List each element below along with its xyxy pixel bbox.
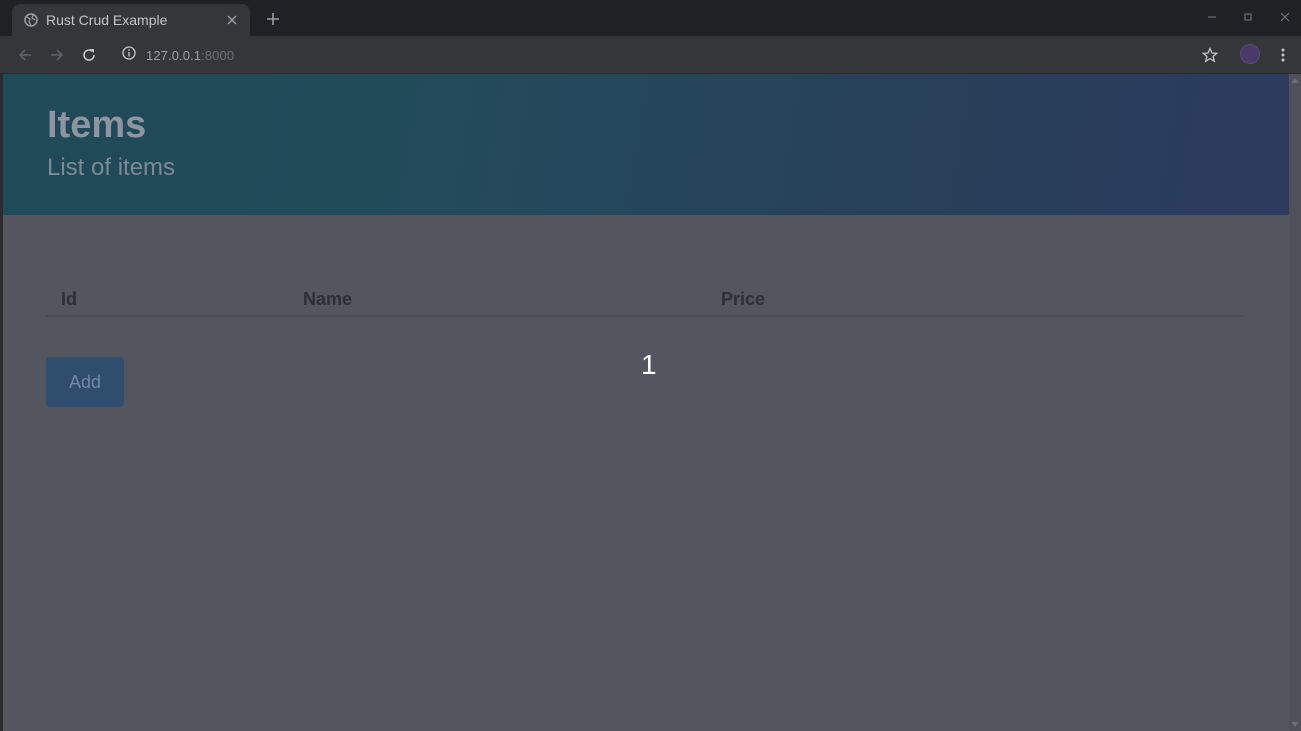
- items-table: Id Name Price: [46, 283, 1244, 317]
- back-arrow-icon[interactable]: [15, 45, 35, 65]
- scroll-up-arrow-icon[interactable]: [1291, 76, 1299, 84]
- maximize-icon[interactable]: [1239, 8, 1257, 26]
- close-tab-icon[interactable]: [224, 12, 240, 28]
- overlay-step-number: 1: [641, 349, 657, 380]
- forward-arrow-icon[interactable]: [47, 45, 67, 65]
- url-port: :8000: [201, 47, 235, 63]
- tab-strip: Rust Crud Example: [0, 0, 1301, 36]
- reload-icon[interactable]: [79, 45, 99, 65]
- menu-kebab-icon[interactable]: [1273, 45, 1293, 65]
- page-viewport: Items List of items Id Name Price Add 1: [0, 74, 1301, 731]
- new-tab-icon[interactable]: [263, 9, 283, 29]
- column-header-id: Id: [61, 289, 77, 309]
- minimize-icon[interactable]: [1203, 8, 1221, 26]
- page-header: Items List of items: [3, 74, 1289, 215]
- globe-icon: [24, 13, 38, 27]
- add-button[interactable]: Add: [46, 357, 124, 407]
- url-text[interactable]: 127.0.0.1:8000: [146, 48, 234, 63]
- scroll-down-arrow-icon[interactable]: [1291, 721, 1299, 729]
- column-header-name: Name: [303, 289, 353, 309]
- table-header-row: Id Name Price: [46, 283, 1244, 317]
- bookmark-star-icon[interactable]: [1200, 45, 1220, 65]
- profile-avatar[interactable]: [1240, 44, 1260, 64]
- vertical-scrollbar[interactable]: [1289, 74, 1301, 731]
- url-host: 127.0.0.1: [146, 47, 202, 63]
- address-bar[interactable]: 127.0.0.1:8000: [108, 40, 1232, 70]
- info-icon[interactable]: [122, 45, 136, 65]
- browser-tab[interactable]: Rust Crud Example: [12, 4, 250, 36]
- tab-title: Rust Crud Example: [46, 12, 168, 28]
- close-window-icon[interactable]: [1276, 8, 1294, 26]
- browser-toolbar: 127.0.0.1:8000: [0, 36, 1301, 74]
- page-title: Items: [47, 104, 147, 146]
- column-header-price: Price: [721, 289, 766, 309]
- page-subtitle: List of items: [47, 154, 176, 181]
